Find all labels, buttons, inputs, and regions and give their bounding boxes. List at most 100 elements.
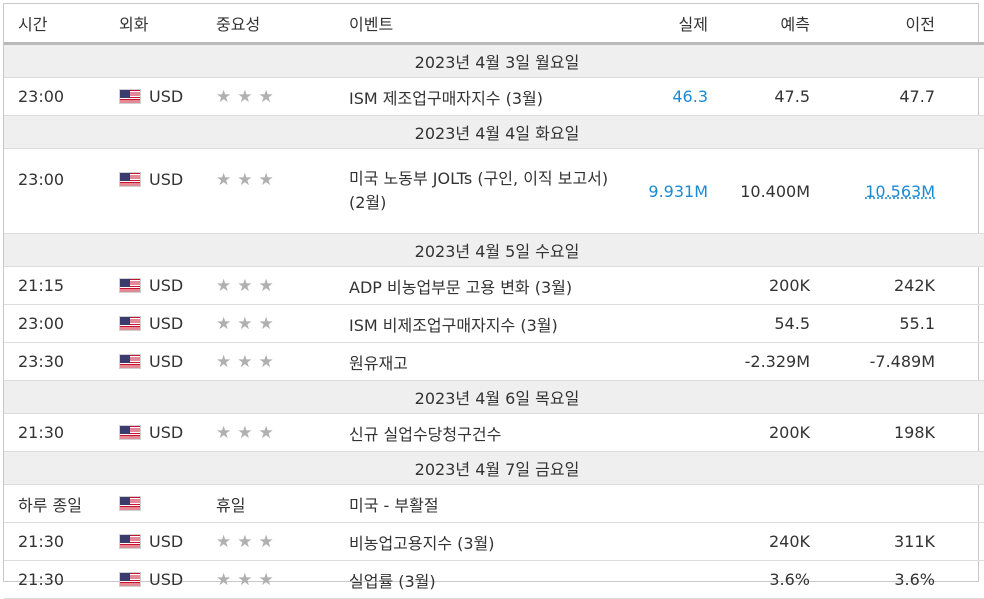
- us-flag-icon: [119, 89, 141, 104]
- event-row[interactable]: 21:30 USD ★★★ 신규 실업수당청구건수 200K 198K: [4, 413, 984, 452]
- event-currency: USD: [119, 342, 216, 381]
- us-flag-icon: [119, 496, 141, 511]
- us-flag-icon: [119, 534, 141, 549]
- event-name[interactable]: ISM 제조업구매자지수 (3월): [349, 77, 625, 116]
- event-name-text[interactable]: 미국 노동부 JOLTs (구인, 이직 보고서) (2월): [349, 167, 619, 215]
- currency-code: USD: [149, 276, 184, 295]
- event-currency: USD: [119, 304, 216, 343]
- event-name[interactable]: 원유재고: [349, 342, 625, 381]
- currency-code: USD: [149, 570, 184, 589]
- event-row[interactable]: 하루 종일 휴일 미국 - 부활절: [4, 484, 984, 523]
- importance: ★★★: [216, 304, 349, 343]
- col-header-actual[interactable]: 실제: [625, 4, 708, 45]
- event-forecast: -2.329M: [708, 342, 810, 381]
- col-header-time[interactable]: 시간: [4, 4, 119, 45]
- event-currency: USD: [119, 77, 216, 116]
- star-icon: ★★★: [216, 170, 280, 190]
- currency-code: USD: [149, 352, 184, 371]
- event-name[interactable]: 미국 - 부활절: [349, 484, 625, 523]
- header-row: 시간 외화 중요성 이벤트 실제 예측 이전: [4, 4, 984, 45]
- event-forecast: 240K: [708, 522, 810, 561]
- event-previous: 311K: [810, 522, 984, 561]
- day-label: 2023년 4월 4일 화요일: [4, 115, 984, 149]
- event-forecast: [708, 484, 810, 523]
- event-previous-revised[interactable]: 10.563M: [865, 182, 935, 201]
- event-forecast: 3.6%: [708, 560, 810, 599]
- col-header-forecast[interactable]: 예측: [708, 4, 810, 45]
- col-header-importance[interactable]: 중요성: [216, 4, 349, 45]
- event-forecast: 200K: [708, 413, 810, 452]
- event-actual: [625, 266, 708, 305]
- star-icon: ★★★: [216, 313, 280, 334]
- us-flag-icon: [119, 316, 141, 331]
- importance: ★★★: [216, 266, 349, 305]
- event-currency: USD: [119, 266, 216, 305]
- event-row[interactable]: 23:00 USD ★★★ ISM 비제조업구매자지수 (3월) 54.5 55…: [4, 304, 984, 343]
- currency-code: USD: [149, 87, 184, 106]
- col-header-previous[interactable]: 이전: [810, 4, 984, 45]
- event-previous: 47.7: [810, 77, 984, 116]
- us-flag-icon: [119, 172, 141, 187]
- event-time: 하루 종일: [4, 484, 119, 523]
- col-header-currency[interactable]: 외화: [119, 4, 216, 45]
- us-flag-icon: [119, 278, 141, 293]
- star-icon: ★★★: [216, 351, 280, 372]
- event-row[interactable]: 21:15 USD ★★★ ADP 비농업부문 고용 변화 (3월) 200K …: [4, 266, 984, 305]
- us-flag-icon: [119, 354, 141, 369]
- event-previous: 198K: [810, 413, 984, 452]
- day-label: 2023년 4월 7일 금요일: [4, 451, 984, 485]
- event-actual: [625, 413, 708, 452]
- day-row: 2023년 4월 6일 목요일: [4, 380, 984, 414]
- col-header-event[interactable]: 이벤트: [349, 4, 625, 45]
- event-forecast: 200K: [708, 266, 810, 305]
- day-label: 2023년 4월 5일 수요일: [4, 233, 984, 267]
- event-currency: USD: [119, 522, 216, 561]
- event-name[interactable]: 신규 실업수당청구건수: [349, 413, 625, 452]
- currency-code: USD: [149, 532, 184, 551]
- event-row[interactable]: 21:30 USD ★★★ 비농업고용지수 (3월) 240K 311K: [4, 522, 984, 561]
- event-actual: [625, 522, 708, 561]
- importance: ★★★: [216, 148, 349, 234]
- importance: ★★★: [216, 342, 349, 381]
- star-icon: ★★★: [216, 569, 280, 590]
- event-time: 23:00: [4, 304, 119, 343]
- event-currency: [119, 484, 216, 523]
- us-flag-icon: [119, 425, 141, 440]
- economic-calendar: 시간 외화 중요성 이벤트 실제 예측 이전 2023년 4월 3일 월요일 2…: [3, 3, 984, 599]
- event-row[interactable]: 23:00 USD ★★★ ISM 제조업구매자지수 (3월) 46.3 47.…: [4, 77, 984, 116]
- event-name[interactable]: ISM 비제조업구매자지수 (3월): [349, 304, 625, 343]
- event-time: 23:30: [4, 342, 119, 381]
- event-name[interactable]: 실업률 (3월): [349, 560, 625, 599]
- importance: ★★★: [216, 77, 349, 116]
- currency-code: USD: [149, 314, 184, 333]
- event-currency: USD: [119, 560, 216, 599]
- event-previous: 10.563M: [810, 148, 984, 234]
- event-actual: 46.3: [625, 77, 708, 116]
- event-row[interactable]: 21:30 USD ★★★ 실업률 (3월) 3.6% 3.6%: [4, 560, 984, 599]
- star-icon: ★★★: [216, 531, 280, 552]
- event-time: 23:00: [4, 148, 119, 234]
- event-previous: -7.489M: [810, 342, 984, 381]
- event-forecast: 54.5: [708, 304, 810, 343]
- event-previous: 55.1: [810, 304, 984, 343]
- importance: ★★★: [216, 413, 349, 452]
- star-icon: ★★★: [216, 422, 280, 443]
- event-forecast: 47.5: [708, 77, 810, 116]
- event-actual: [625, 560, 708, 599]
- event-name[interactable]: 미국 노동부 JOLTs (구인, 이직 보고서) (2월): [349, 148, 625, 234]
- us-flag-icon: [119, 572, 141, 587]
- holiday-label: 휴일: [216, 484, 349, 523]
- event-previous: 242K: [810, 266, 984, 305]
- event-time: 21:15: [4, 266, 119, 305]
- event-actual: 9.931M: [625, 148, 708, 234]
- event-forecast: 10.400M: [708, 148, 810, 234]
- star-icon: ★★★: [216, 86, 280, 107]
- calendar-table: 시간 외화 중요성 이벤트 실제 예측 이전 2023년 4월 3일 월요일 2…: [4, 4, 984, 599]
- event-name[interactable]: ADP 비농업부문 고용 변화 (3월): [349, 266, 625, 305]
- event-row[interactable]: 23:30 USD ★★★ 원유재고 -2.329M -7.489M: [4, 342, 984, 381]
- event-actual: [625, 304, 708, 343]
- event-row[interactable]: 23:00 USD ★★★ 미국 노동부 JOLTs (구인, 이직 보고서) …: [4, 148, 984, 234]
- importance: ★★★: [216, 522, 349, 561]
- event-name[interactable]: 비농업고용지수 (3월): [349, 522, 625, 561]
- event-time: 21:30: [4, 522, 119, 561]
